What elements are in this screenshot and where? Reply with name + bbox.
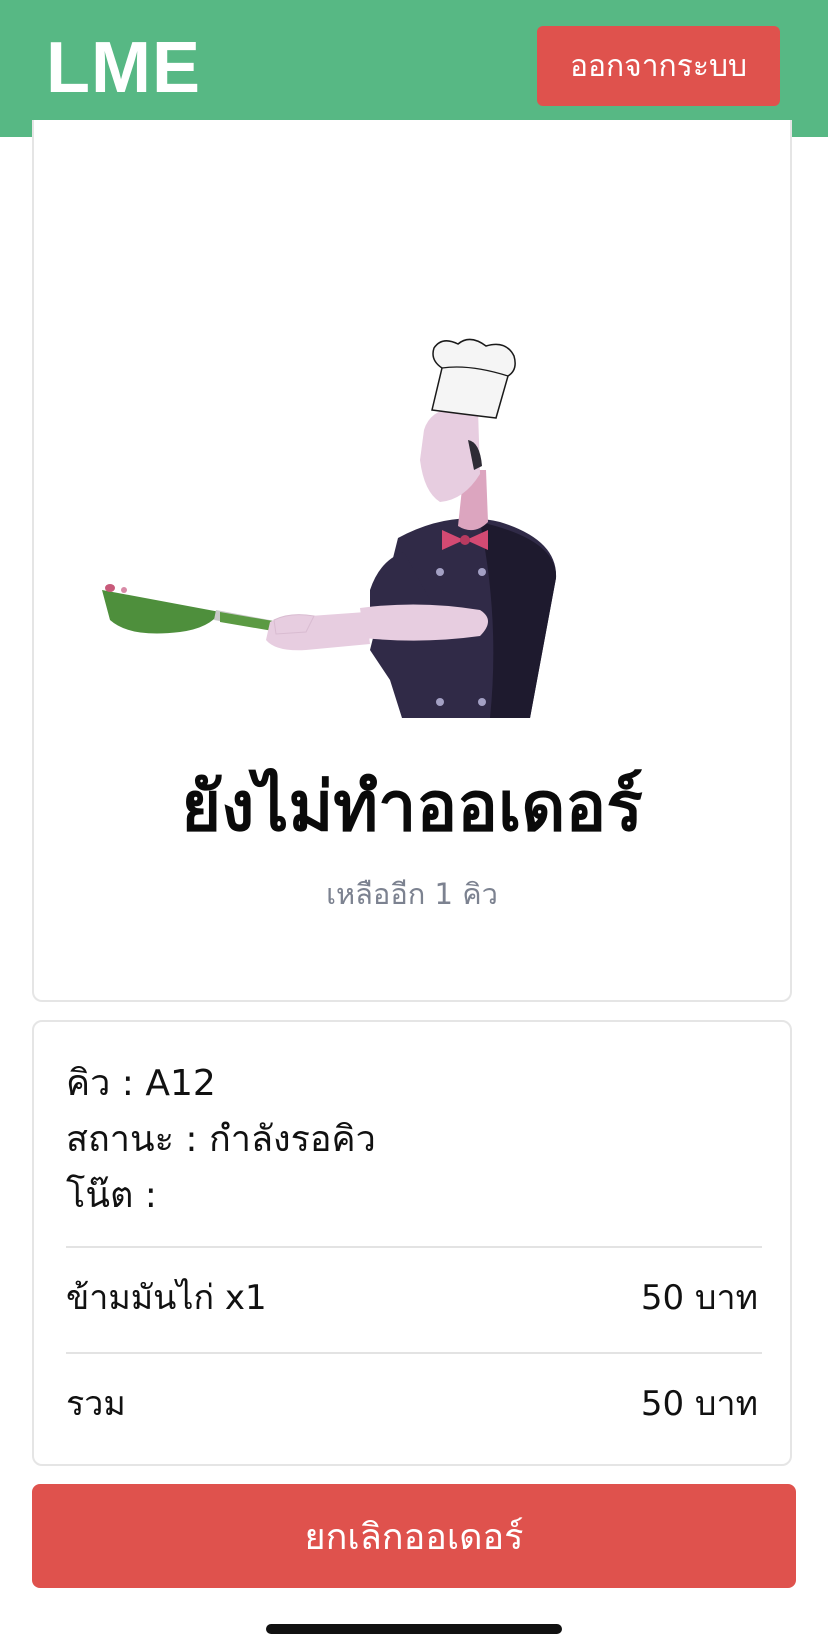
total-label: รวม: [66, 1384, 126, 1424]
home-indicator: [266, 1624, 562, 1634]
order-item-price: 50 บาท: [640, 1278, 758, 1318]
order-item-name: ข้ามมันไก่ x1: [66, 1278, 267, 1318]
order-status-card: ยังไม่ทำออเดอร์ เหลืออีก 1 คิว: [32, 120, 792, 1002]
cancel-order-button[interactable]: ยกเลิกออเดอร์: [32, 1484, 796, 1588]
divider: [66, 1352, 762, 1354]
order-note: โน๊ต :: [66, 1175, 157, 1216]
total-value: 50 บาท: [640, 1384, 758, 1424]
order-status-title: ยังไม่ทำออเดอร์: [181, 768, 643, 847]
divider: [66, 1246, 762, 1248]
logout-button[interactable]: ออกจากระบบ: [537, 26, 780, 106]
top-navbar: LME ออกจากระบบ: [0, 0, 828, 137]
order-status: สถานะ : กำลังรอคิว: [66, 1119, 376, 1160]
order-details-card: คิว : A12 สถานะ : กำลังรอคิว โน๊ต : ข้าม…: [32, 1020, 792, 1466]
queue-remaining-text: เหลืออีก 1 คิว: [326, 877, 498, 911]
chef-cooking-illustration: [102, 338, 557, 718]
brand-logo[interactable]: LME: [46, 28, 201, 108]
queue-number: คิว : A12: [66, 1063, 216, 1104]
